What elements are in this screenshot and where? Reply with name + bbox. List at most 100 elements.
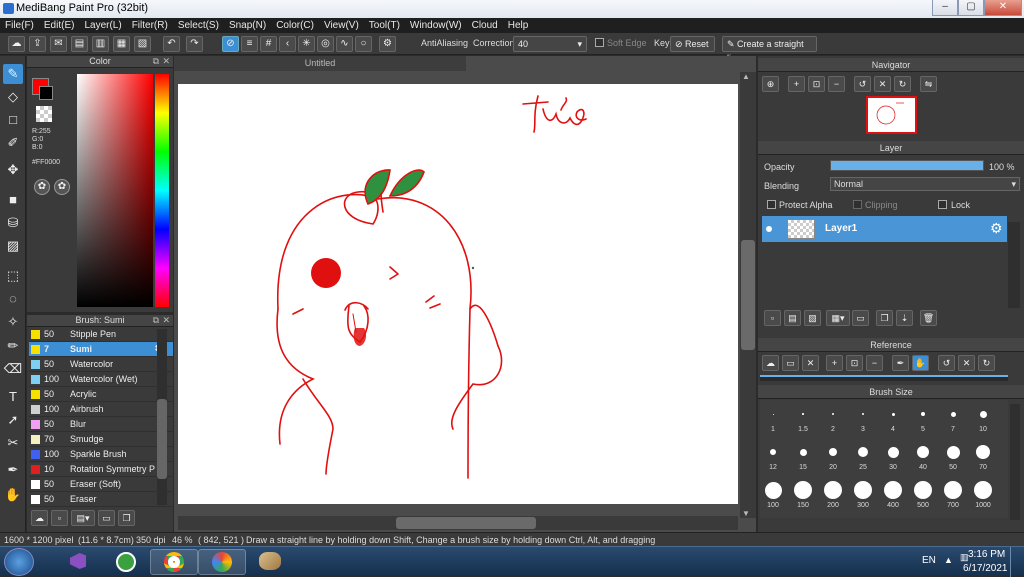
select-tool-icon[interactable]: ⬚ <box>3 266 23 286</box>
correction-select[interactable]: 40 ▾ <box>513 36 587 52</box>
vanishing-point-icon[interactable]: ‹ <box>279 36 296 52</box>
reference-eyedropper-icon[interactable]: ✒ <box>892 355 909 371</box>
menu-item-view-v[interactable]: View(V) <box>319 18 364 33</box>
brush-item[interactable]: 50 Eraser <box>29 492 173 507</box>
curve-snap-icon[interactable]: ∿ <box>336 36 353 52</box>
minimize-button[interactable]: – <box>932 0 958 16</box>
reference-zoom-actual-icon[interactable]: ⊡ <box>846 355 863 371</box>
menu-item-cloud[interactable]: Cloud <box>467 18 503 33</box>
palette-icon[interactable]: ✿ <box>34 179 50 195</box>
brush-size-dot[interactable] <box>832 413 834 415</box>
paint-icon[interactable] <box>246 549 294 575</box>
bucket-tool-icon[interactable]: ⛁ <box>3 213 23 233</box>
detach-icon[interactable]: ⧉ <box>153 56 159 67</box>
snap-settings-icon[interactable]: ⚙ <box>379 36 396 52</box>
menu-item-help[interactable]: Help <box>503 18 534 33</box>
snap-off-icon[interactable]: ⊘ <box>222 36 239 52</box>
maximize-button[interactable]: ▢ <box>958 0 984 16</box>
brush-item[interactable]: 50 Eraser (Soft) <box>29 477 173 492</box>
brush-size-dot[interactable] <box>917 446 929 458</box>
brush-add-menu-icon[interactable]: ▤▾ <box>71 510 95 526</box>
cloud-icon[interactable]: ☁ <box>8 36 25 52</box>
network-icon[interactable]: ▥ <box>960 552 969 562</box>
brush-size-dot[interactable] <box>946 445 960 459</box>
brush-size-dot[interactable] <box>887 446 899 458</box>
reference-zoom-out-icon[interactable]: − <box>866 355 883 371</box>
brush-size-dot[interactable] <box>764 481 782 499</box>
panel-close-icon[interactable]: ✕ <box>162 315 170 326</box>
concentric-snap-icon[interactable]: ◎ <box>317 36 334 52</box>
zoom-in-icon[interactable]: + <box>788 76 805 92</box>
select-pen-icon[interactable]: ✏ <box>3 336 23 356</box>
reference-rotate-left-icon[interactable]: ↺ <box>938 355 955 371</box>
hue-slider[interactable] <box>155 74 169 307</box>
redo-icon[interactable]: ↷ <box>186 36 203 52</box>
navigator-flip-icon[interactable]: ⇋ <box>920 76 937 92</box>
merge-layer-icon[interactable]: ⇣ <box>896 310 913 326</box>
tray-up-icon[interactable]: ▲ <box>944 555 953 565</box>
medibang-icon[interactable] <box>198 549 246 575</box>
rotate-left-icon[interactable]: ↺ <box>854 76 871 92</box>
menu-item-select-s[interactable]: Select(S) <box>173 18 224 33</box>
select-eraser-icon[interactable]: ⌫ <box>3 359 23 379</box>
reference-rotate-right-icon[interactable]: ↻ <box>978 355 995 371</box>
visibility-icon[interactable] <box>766 226 772 232</box>
menu-item-color-c[interactable]: Color(C) <box>271 18 319 33</box>
brush-item[interactable]: 70 Smudge <box>29 432 173 447</box>
panel-close-icon[interactable]: ✕ <box>162 56 170 67</box>
layer-settings-icon[interactable]: ⚙ <box>990 220 1003 237</box>
tab-untitled[interactable]: Untitled <box>174 56 466 71</box>
brush-size-dot[interactable] <box>770 449 776 455</box>
brush-item[interactable]: 100 Airbrush <box>29 402 173 417</box>
reference-hand-icon[interactable]: ✋ <box>912 355 929 371</box>
rotate-right-icon[interactable]: ↻ <box>894 76 911 92</box>
brush-size-dot[interactable] <box>799 448 807 456</box>
circle-snap-icon[interactable]: ○ <box>355 36 372 52</box>
brush-cloud-icon[interactable]: ☁ <box>31 510 48 526</box>
close-button[interactable]: ✕ <box>984 0 1022 16</box>
magic-wand-icon[interactable]: ✧ <box>3 312 23 332</box>
brush-size-dot[interactable] <box>979 410 987 418</box>
soft-edge-checkbox[interactable] <box>595 38 604 47</box>
create-straight-line-button[interactable]: ✎ Create a straight line <box>722 36 817 63</box>
brush-size-dot[interactable] <box>976 445 990 459</box>
start-button[interactable] <box>4 548 34 576</box>
reference-flip-icon[interactable]: ✕ <box>958 355 975 371</box>
brush-tool-icon[interactable]: ✎ <box>3 64 23 84</box>
brush-item[interactable]: 50 Blur <box>29 417 173 432</box>
brush-size-dot[interactable] <box>802 413 804 415</box>
reference-close-icon[interactable]: ✕ <box>802 355 819 371</box>
show-desktop-button[interactable] <box>1010 547 1024 577</box>
detach-icon[interactable]: ⧉ <box>153 315 159 326</box>
menu-item-layer-l[interactable]: Layer(L) <box>79 18 126 33</box>
divide-tool-icon[interactable]: ✂ <box>3 433 23 453</box>
brush-size-dot[interactable] <box>944 481 962 499</box>
new-brush-icon[interactable]: ▫ <box>51 510 68 526</box>
brush-size-dot[interactable] <box>858 447 868 457</box>
menu-item-file-f[interactable]: File(F) <box>0 18 39 33</box>
grid-icon[interactable]: ▧ <box>134 36 151 52</box>
brush-copy-icon[interactable]: ❐ <box>118 510 135 526</box>
radial-snap-icon[interactable]: ✳ <box>298 36 315 52</box>
hand-tool-icon[interactable]: ✋ <box>3 485 23 505</box>
brush-size-dot[interactable] <box>974 481 992 499</box>
dot-tool-icon[interactable]: □ <box>3 110 23 130</box>
brush-item[interactable]: 7Sumi✱ <box>29 342 173 357</box>
clock-date[interactable]: 6/17/2021 <box>963 563 1008 574</box>
pen-tool-icon[interactable]: ✐ <box>3 133 23 153</box>
vertical-scrollbar[interactable]: ▲ ▼ <box>740 72 756 518</box>
cross-snap-icon[interactable]: # <box>260 36 277 52</box>
eyedropper-tool-icon[interactable]: ✒ <box>3 460 23 480</box>
menu-item-edit-e[interactable]: Edit(E) <box>39 18 80 33</box>
layer-scrollbar[interactable] <box>1008 222 1020 308</box>
lasso-tool-icon[interactable]: ◌ <box>3 289 23 309</box>
clipping-checkbox[interactable] <box>853 200 862 209</box>
protect-alpha-checkbox[interactable] <box>767 200 776 209</box>
zoom-fit-icon[interactable]: ⊕ <box>762 76 779 92</box>
zoom-out-icon[interactable]: − <box>828 76 845 92</box>
eraser-tool-icon[interactable]: ◇ <box>3 87 23 107</box>
brush-item[interactable]: 50 Stipple Pen <box>29 327 173 342</box>
reference-cloud-icon[interactable]: ☁ <box>762 355 779 371</box>
brush-size-dot[interactable] <box>921 412 925 416</box>
brush-size-dot[interactable] <box>950 411 956 417</box>
